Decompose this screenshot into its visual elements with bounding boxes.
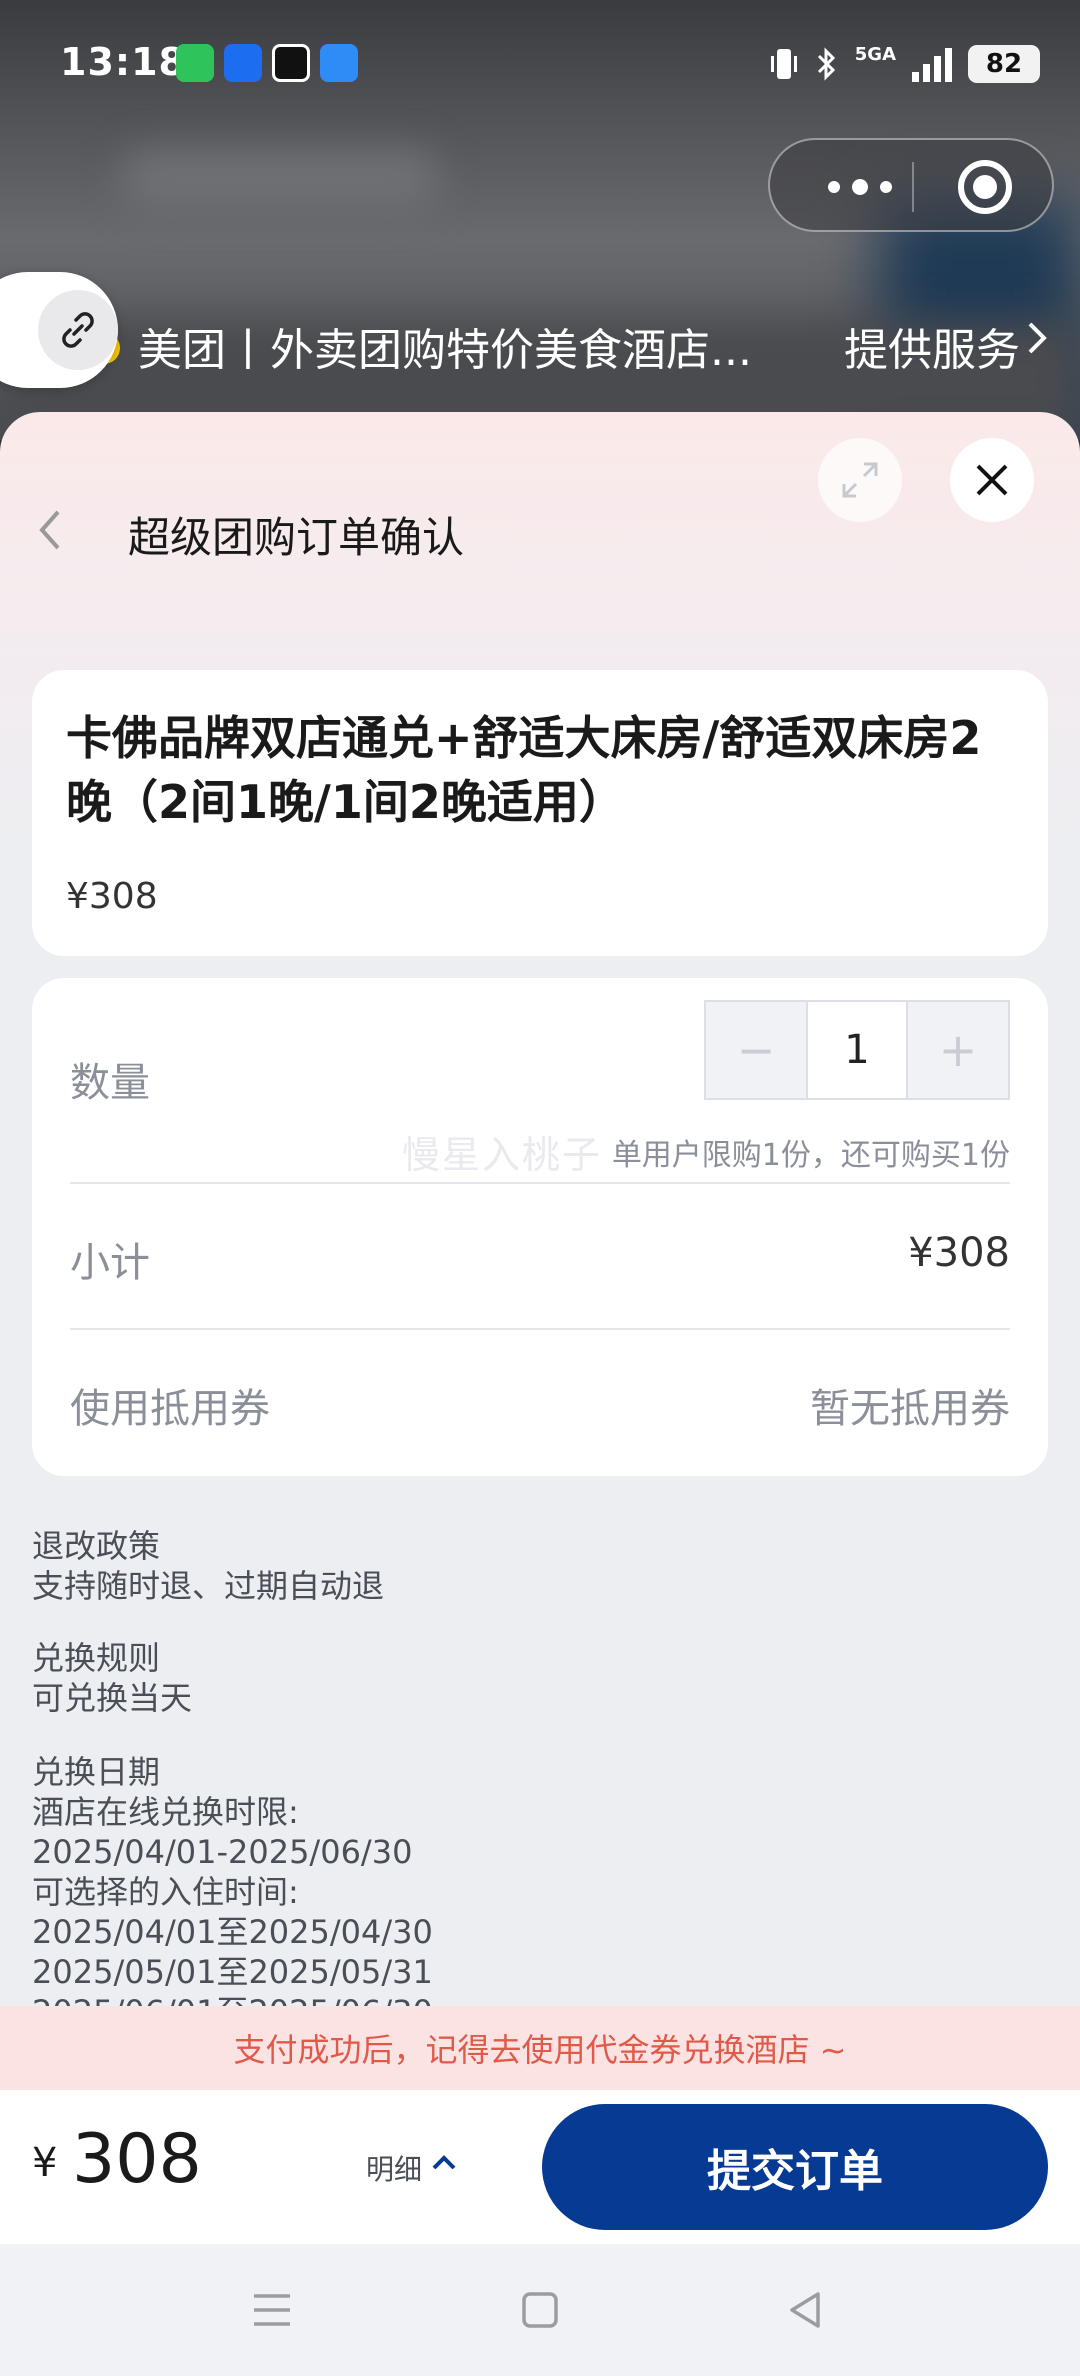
watermark-text: 慢星入桃子 xyxy=(402,1133,603,1177)
coupon-value[interactable]: 暂无抵用券 xyxy=(810,1376,1010,1434)
product-price: ¥308 xyxy=(66,876,158,917)
checkout-bar: ¥ 308 明细 提交订单 xyxy=(0,2090,1080,2244)
product-card: 卡佛品牌双店通兑+舒适大床房/舒适双床房2晚（2间1晚/1间2晚适用） ¥308 xyxy=(32,670,1048,956)
checkin-range: 2025/05/01至2025/05/31 xyxy=(32,1953,433,1991)
exchange-title: 兑换规则 xyxy=(32,1639,161,1677)
payment-tip-banner: 支付成功后，记得去使用代金券兑换酒店 ~ xyxy=(0,2006,1080,2090)
app-notification-icon xyxy=(224,44,262,82)
network-type: 5GA xyxy=(854,44,896,65)
order-sheet: 超级团购订单确认 卡佛品牌双店通兑+舒适大床房/舒适双床房2晚（2间1晚/1间2… xyxy=(0,412,1080,2090)
product-title: 卡佛品牌双店通兑+舒适大床房/舒适双床房2晚（2间1晚/1间2晚适用） xyxy=(66,711,982,829)
status-time: 13:18 xyxy=(60,40,186,84)
increment-button[interactable]: + xyxy=(908,1002,1008,1098)
total-price: 308 xyxy=(72,2120,202,2199)
back-icon[interactable] xyxy=(30,500,70,560)
quantity-label: 数量 xyxy=(70,1060,150,1106)
currency-symbol: ¥ xyxy=(32,2140,58,2186)
more-icon[interactable] xyxy=(810,170,910,204)
submit-order-label: 提交订单 xyxy=(707,2146,883,2197)
divider xyxy=(70,1328,1010,1330)
system-nav-bar xyxy=(0,2244,1080,2376)
signal-icon xyxy=(912,46,952,82)
subtotal-value: ¥308 xyxy=(908,1230,1010,1276)
app-notification-icon xyxy=(320,44,358,82)
page-title: 超级团购订单确认 xyxy=(128,513,465,562)
coupon-label[interactable]: 使用抵用券 xyxy=(70,1376,270,1434)
qq-notification-icon xyxy=(272,44,310,82)
order-card: 数量 − 1 + 慢星入桃子 单用户限购1份，还可购买1份 小计 ¥308 使用… xyxy=(32,978,1048,1476)
subtotal-label: 小计 xyxy=(70,1240,150,1286)
status-indicators: 5GA 82 xyxy=(769,44,1040,84)
close-miniprogram-icon[interactable] xyxy=(958,160,1012,214)
decrement-button[interactable]: − xyxy=(706,1002,806,1098)
submit-order-button[interactable]: 提交订单 xyxy=(542,2104,1048,2230)
miniprogram-capsule xyxy=(768,138,1054,232)
checkin-label: 可选择的入住时间: xyxy=(32,1873,299,1911)
back-nav-icon[interactable] xyxy=(782,2286,830,2334)
home-icon[interactable] xyxy=(516,2286,564,2334)
price-detail-toggle[interactable]: 明细 xyxy=(366,2148,422,2188)
provide-service-link[interactable]: 提供服务 xyxy=(844,314,1020,378)
expand-icon xyxy=(842,462,878,498)
date-title: 兑换日期 xyxy=(32,1753,161,1791)
refund-title: 退改政策 xyxy=(32,1527,161,1565)
chevron-up-icon[interactable] xyxy=(430,2152,458,2174)
online-limit: 2025/04/01-2025/06/30 xyxy=(32,1833,413,1871)
status-bar: 13:18 5GA 82 xyxy=(0,0,1080,130)
exchange-text: 可兑换当天 xyxy=(32,1679,193,1717)
checkin-range: 2025/04/01至2025/04/30 xyxy=(32,1913,433,1951)
battery-icon: 82 xyxy=(968,45,1040,83)
close-icon xyxy=(976,464,1008,496)
purchase-limit-note: 单用户限购1份，还可购买1份 xyxy=(611,1138,1010,1173)
wechat-notification-icon xyxy=(176,44,214,82)
online-limit-label: 酒店在线兑换时限: xyxy=(32,1793,299,1831)
quantity-stepper[interactable]: − 1 + xyxy=(704,1000,1010,1100)
payment-tip-text: 支付成功后，记得去使用代金券兑换酒店 ~ xyxy=(233,2031,847,2069)
bluetooth-icon xyxy=(817,47,835,81)
chevron-right-icon[interactable] xyxy=(1018,318,1058,358)
link-icon xyxy=(62,312,94,348)
expand-button[interactable] xyxy=(818,438,902,522)
service-row: 美团丨外卖团购特价美食酒店... 提供服务 xyxy=(0,272,1080,388)
divider xyxy=(70,1182,1010,1184)
vibrate-icon xyxy=(770,49,797,79)
link-icon-wrap[interactable] xyxy=(38,290,118,370)
service-title[interactable]: 美团丨外卖团购特价美食酒店... xyxy=(138,314,752,378)
quantity-value[interactable]: 1 xyxy=(806,1002,908,1098)
menu-icon[interactable] xyxy=(248,2286,296,2334)
refund-text: 支持随时退、过期自动退 xyxy=(32,1567,385,1605)
close-button[interactable] xyxy=(950,438,1034,522)
